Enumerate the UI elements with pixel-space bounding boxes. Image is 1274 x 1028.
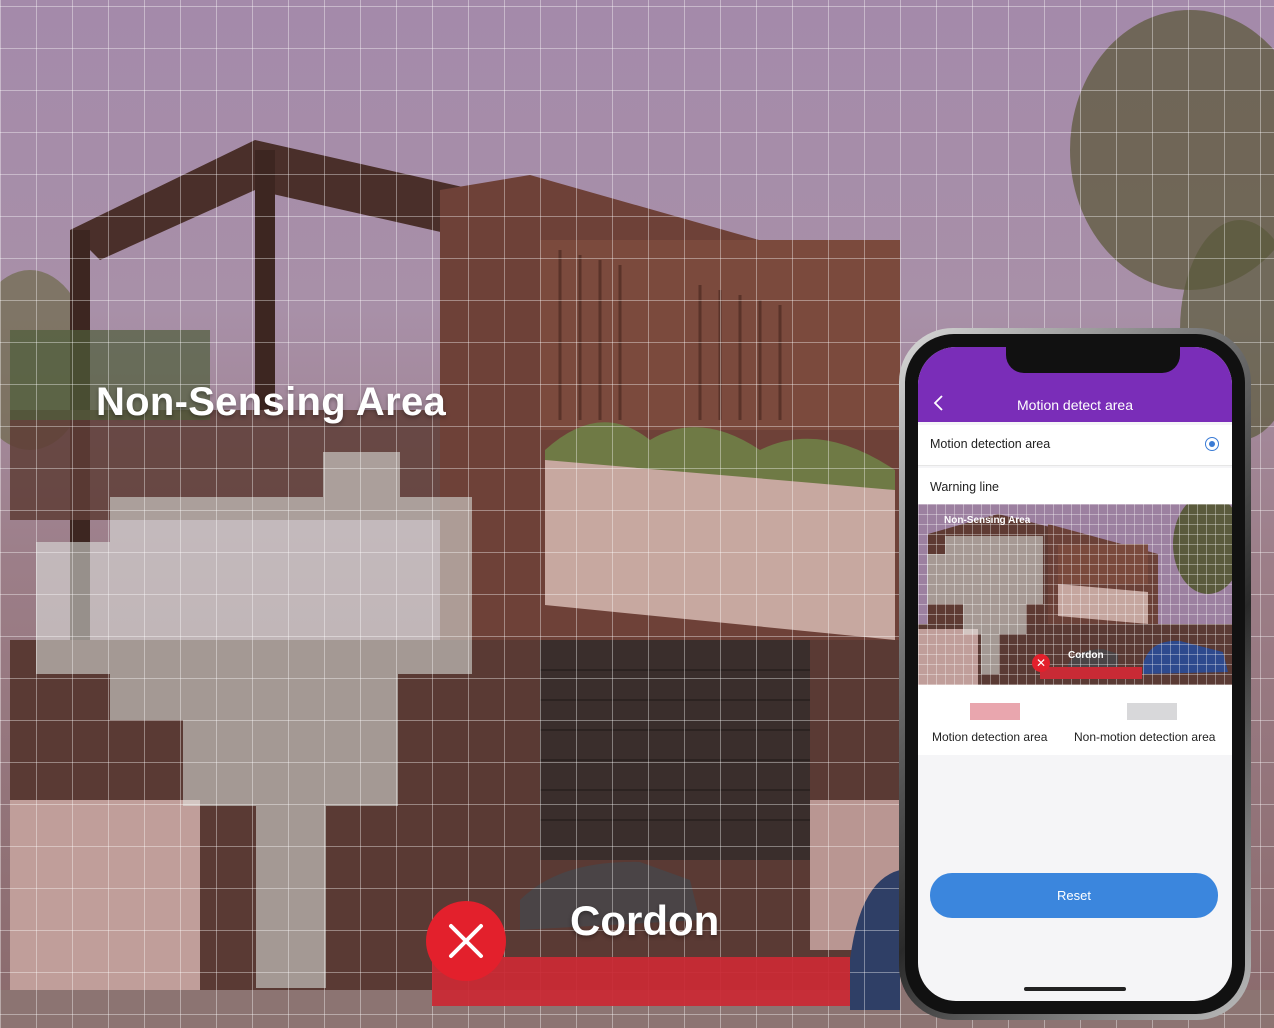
option-warning-line[interactable]: Warning line <box>918 468 1232 508</box>
non-sensing-block <box>110 674 398 720</box>
app-title: Motion detect area <box>1017 397 1133 413</box>
preview-cordon-line <box>1040 667 1142 679</box>
preview-non-sensing-label: Non-Sensing Area <box>944 515 1031 526</box>
reset-button[interactable]: Reset <box>930 873 1218 918</box>
non-sensing-area-label: Non-Sensing Area <box>96 380 447 424</box>
camera-preview[interactable]: Non-Sensing Area ✕ Cordon <box>918 504 1232 685</box>
preview-cordon-label: Cordon <box>1068 650 1104 661</box>
non-sensing-block <box>256 806 326 988</box>
close-icon <box>426 901 506 981</box>
non-sensing-block <box>323 452 400 497</box>
non-sensing-block <box>36 542 472 674</box>
option-motion-detection-area[interactable]: Motion detection area <box>918 425 1232 466</box>
phone-notch <box>1006 347 1180 373</box>
close-icon: ✕ <box>1032 654 1050 672</box>
phone-screen: Motion detect area Motion detection area… <box>918 347 1232 1001</box>
cordon-label: Cordon <box>570 897 720 944</box>
legend: Motion detection area Non-motion detecti… <box>918 685 1232 755</box>
option-label: Warning line <box>930 480 1000 494</box>
home-indicator <box>1024 987 1126 991</box>
non-sensing-block <box>110 497 472 542</box>
non-sensing-block <box>183 720 398 806</box>
radio-selected-icon[interactable] <box>1205 437 1219 451</box>
legend-swatch-non-motion <box>1127 703 1177 720</box>
legend-label-non-motion: Non-motion detection area <box>1074 730 1216 744</box>
phone-mockup: Motion detect area Motion detection area… <box>899 328 1251 1020</box>
option-label: Motion detection area <box>930 437 1051 451</box>
legend-swatch-motion <box>970 703 1020 720</box>
legend-label-motion: Motion detection area <box>932 730 1048 744</box>
